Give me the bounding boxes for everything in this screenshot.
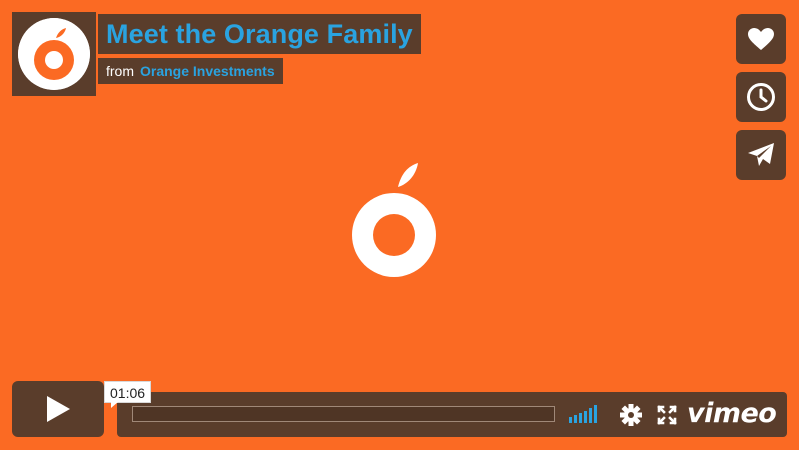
video-player[interactable]: Meet the Orange Family from Orange Inves… <box>0 0 799 450</box>
byline: from Orange Investments <box>98 58 283 84</box>
clock-icon <box>747 83 775 111</box>
byline-prefix: from <box>106 63 134 79</box>
fullscreen-icon[interactable] <box>656 404 678 426</box>
avatar-image <box>18 18 90 90</box>
control-bar: vimeo <box>117 392 787 437</box>
video-title[interactable]: Meet the Orange Family <box>106 14 413 54</box>
play-button[interactable] <box>12 381 104 437</box>
author-avatar[interactable] <box>12 12 96 96</box>
vimeo-logo[interactable]: vimeo <box>687 398 777 430</box>
heart-icon <box>748 28 774 50</box>
watch-later-button[interactable] <box>736 72 786 122</box>
progress-bar[interactable] <box>132 406 555 422</box>
orange-logo-icon <box>18 18 90 90</box>
video-title-box[interactable]: Meet the Orange Family <box>98 14 421 54</box>
orange-center-logo-icon <box>352 163 436 277</box>
share-button[interactable] <box>736 130 786 180</box>
play-icon <box>47 396 70 422</box>
paper-plane-icon <box>748 143 774 166</box>
gear-icon[interactable] <box>620 404 642 426</box>
author-link[interactable]: Orange Investments <box>140 63 275 79</box>
volume-bars-icon[interactable] <box>569 405 603 423</box>
current-time-tooltip: 01:06 <box>104 381 152 408</box>
like-button[interactable] <box>736 14 786 64</box>
